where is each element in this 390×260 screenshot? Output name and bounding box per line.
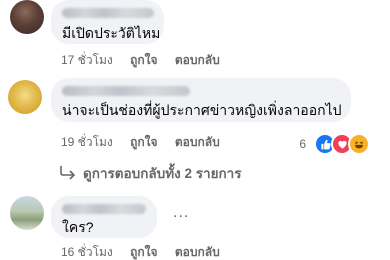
avatar[interactable] [10,0,44,34]
more-options-button[interactable]: ... [173,204,189,222]
reactions-summary[interactable]: 6 [299,133,370,155]
comment-text: มีเปิดประวัติไหม [62,25,161,41]
reaction-count: 6 [299,137,306,151]
comment-time[interactable]: 19 ชั่วโมง [61,135,113,149]
like-button[interactable]: ถูกใจ [130,53,157,67]
view-replies-link[interactable]: ดูการตอบกลับทั้ง 2 รายการ [59,162,241,184]
comment-text: ใคร? [62,219,94,235]
reply-button[interactable]: ตอบกลับ [175,245,220,259]
avatar[interactable] [8,80,42,114]
author-name-blurred[interactable] [62,86,190,96]
reply-button[interactable]: ตอบกลับ [175,53,220,67]
view-replies-label: ดูการตอบกลับทั้ง 2 รายการ [83,166,242,181]
comment-text: น่าจะเป็นช่องที่ผู้ประกาศข่าวหญิงเพิ่งลา… [62,102,342,118]
comment-bubble: มีเปิดประวัติไหม [51,0,164,44]
author-name-blurred[interactable] [62,204,146,214]
reply-button[interactable]: ตอบกลับ [175,135,220,149]
reply-arrow-icon [60,166,76,180]
comment-actions: 16 ชั่วโมง ถูกใจ ตอบกลับ [61,244,234,260]
comment-bubble: ใคร? [51,196,157,238]
comment-actions: 19 ชั่วโมง ถูกใจ ตอบกลับ [61,134,234,150]
comment-time[interactable]: 17 ชั่วโมง [61,53,113,67]
comment-bubble: น่าจะเป็นช่องที่ผู้ประกาศข่าวหญิงเพิ่งลา… [51,78,351,122]
haha-reaction-icon [348,133,370,155]
avatar[interactable] [10,196,44,230]
like-button[interactable]: ถูกใจ [130,135,157,149]
comment-time[interactable]: 16 ชั่วโมง [61,245,113,259]
like-button[interactable]: ถูกใจ [130,245,157,259]
author-name-blurred[interactable] [62,8,154,18]
comment-actions: 17 ชั่วโมง ถูกใจ ตอบกลับ [61,52,234,68]
